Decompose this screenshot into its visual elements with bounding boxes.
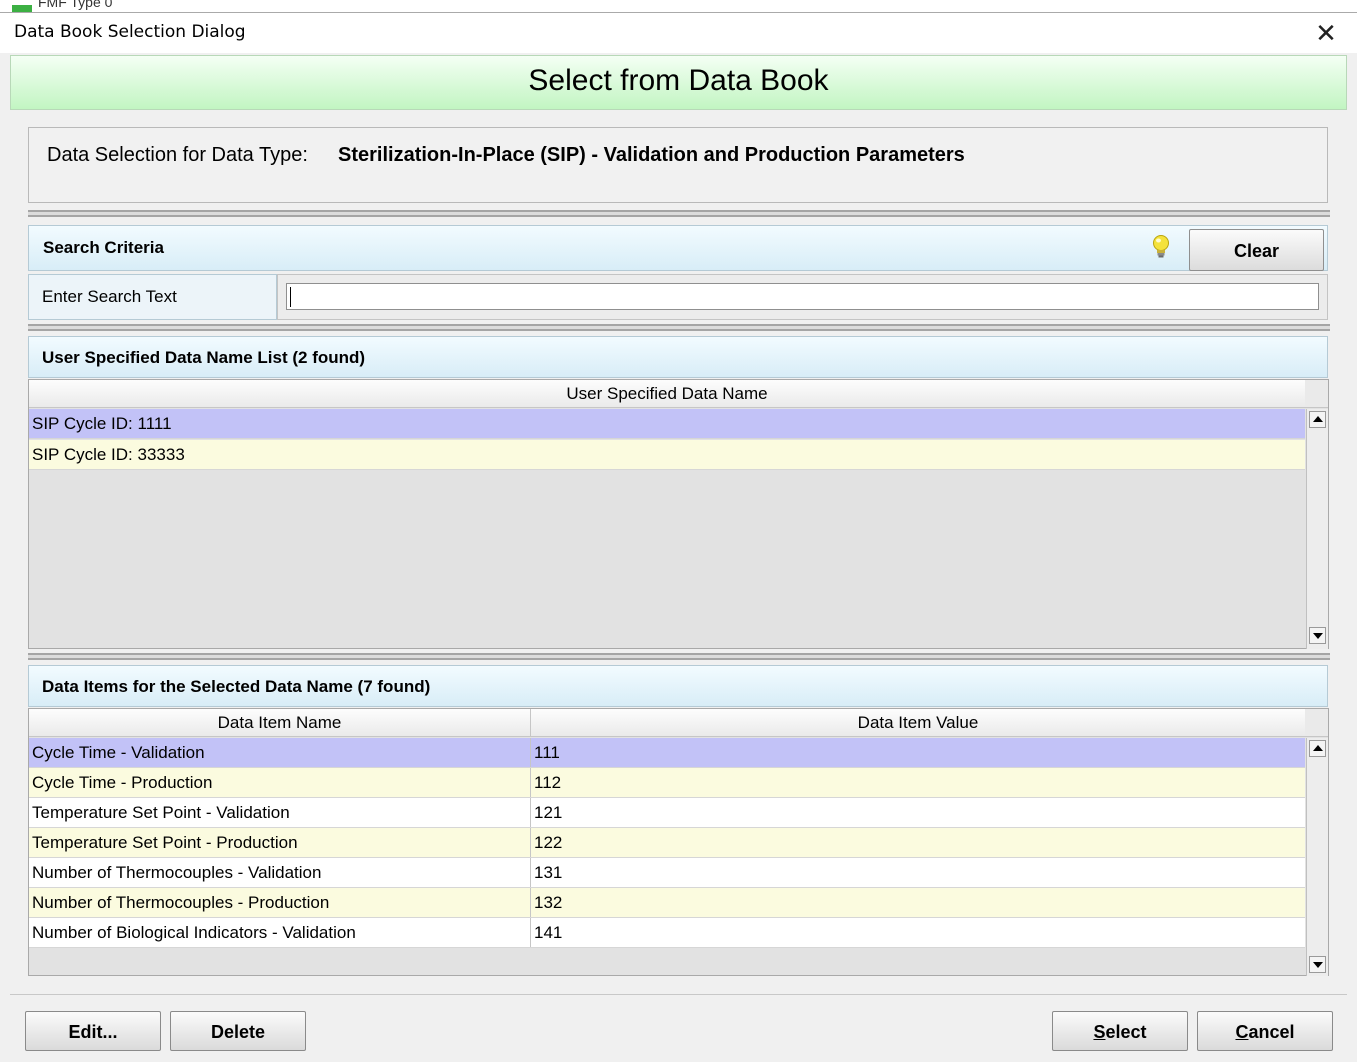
lightbulb-icon[interactable]: [1150, 234, 1172, 262]
data-items-scrollbar[interactable]: [1306, 738, 1328, 976]
data-item-name: Temperature Set Point - Validation: [29, 798, 531, 827]
arrow-up-icon: [1313, 416, 1323, 422]
data-item-name: Cycle Time - Validation: [29, 738, 531, 767]
data-item-name: Temperature Set Point - Production: [29, 828, 531, 857]
data-name-row[interactable]: SIP Cycle ID: 1111: [29, 409, 1305, 439]
delete-button[interactable]: Delete: [170, 1011, 306, 1051]
cancel-label: ancel: [1248, 1022, 1295, 1042]
separator: [28, 653, 1330, 660]
data-name-cell: SIP Cycle ID: 33333: [32, 445, 185, 464]
data-item-row[interactable]: Number of Thermocouples - Production 132: [29, 888, 1305, 918]
data-item-value: 132: [534, 893, 563, 912]
data-item-name: Number of Biological Indicators - Valida…: [29, 918, 531, 947]
data-item-value: 111: [534, 743, 560, 762]
data-item-row[interactable]: Cycle Time - Validation 111: [29, 738, 1305, 768]
search-input[interactable]: [286, 283, 1319, 310]
data-item-value: 122: [534, 833, 563, 852]
separator: [28, 324, 1330, 331]
data-item-row[interactable]: Cycle Time - Production 112: [29, 768, 1305, 798]
search-criteria-header: [28, 225, 1328, 271]
cancel-mnemonic: C: [1235, 1022, 1249, 1042]
cancel-button[interactable]: Cancel: [1197, 1011, 1333, 1051]
data-name-cell: SIP Cycle ID: 1111: [32, 414, 172, 433]
window-title: Data Book Selection Dialog: [14, 22, 246, 42]
arrow-down-icon: [1313, 962, 1323, 968]
data-item-value: 131: [534, 863, 563, 882]
name-list-scrollbar[interactable]: [1306, 409, 1328, 649]
select-mnemonic: S: [1093, 1022, 1106, 1042]
search-criteria-title: Search Criteria: [43, 238, 164, 257]
scroll-up-button[interactable]: [1309, 411, 1326, 428]
banner-title: Select from Data Book: [528, 64, 829, 97]
scroll-down-button[interactable]: [1309, 627, 1326, 644]
footer-divider: [10, 994, 1347, 995]
background-window-fragment: FMF Type 0: [0, 0, 1357, 12]
edit-button[interactable]: Edit...: [25, 1011, 161, 1051]
data-item-value: 112: [534, 773, 562, 792]
select-button[interactable]: Select: [1052, 1011, 1188, 1051]
column-header-item-name[interactable]: Data Item Name: [29, 709, 531, 737]
column-header-item-value[interactable]: Data Item Value: [531, 709, 1305, 737]
close-icon[interactable]: ✕: [1306, 17, 1346, 49]
data-name-row[interactable]: SIP Cycle ID: 33333: [29, 440, 1305, 470]
select-label: elect: [1105, 1022, 1147, 1042]
data-item-row[interactable]: Temperature Set Point - Validation 121: [29, 798, 1305, 828]
header-corner: [1305, 709, 1328, 737]
text-caret: [290, 287, 291, 307]
search-field-label: Enter Search Text: [42, 287, 177, 306]
clear-button[interactable]: Clear: [1189, 229, 1324, 271]
scroll-up-button[interactable]: [1309, 740, 1326, 757]
arrow-down-icon: [1313, 633, 1323, 639]
data-type-label: Data Selection for Data Type:: [47, 144, 308, 166]
data-item-row[interactable]: Number of Thermocouples - Validation 131: [29, 858, 1305, 888]
name-list-title: User Specified Data Name List (2 found): [42, 348, 366, 367]
data-item-name: Number of Thermocouples - Production: [29, 888, 531, 917]
data-item-name: Cycle Time - Production: [29, 768, 531, 797]
data-item-row[interactable]: Temperature Set Point - Production 122: [29, 828, 1305, 858]
header-corner: [1305, 380, 1328, 408]
data-item-row[interactable]: Number of Biological Indicators - Valida…: [29, 918, 1305, 948]
data-item-name: Number of Thermocouples - Validation: [29, 858, 531, 887]
data-items-table: Data Item Name Data Item Value Cycle Tim…: [28, 708, 1329, 976]
background-app-icon: [12, 5, 32, 12]
data-type-value: Sterilization-In-Place (SIP) - Validatio…: [338, 144, 965, 166]
arrow-up-icon: [1313, 745, 1323, 751]
separator: [28, 210, 1330, 217]
data-items-title: Data Items for the Selected Data Name (7…: [42, 677, 431, 696]
data-item-value: 141: [534, 923, 563, 942]
background-window-text: FMF Type 0: [38, 0, 113, 10]
name-list-table: User Specified Data Name SIP Cycle ID: 1…: [28, 379, 1329, 649]
scroll-down-button[interactable]: [1309, 956, 1326, 973]
data-item-value: 121: [534, 803, 563, 822]
column-header-data-name[interactable]: User Specified Data Name: [29, 380, 1305, 408]
